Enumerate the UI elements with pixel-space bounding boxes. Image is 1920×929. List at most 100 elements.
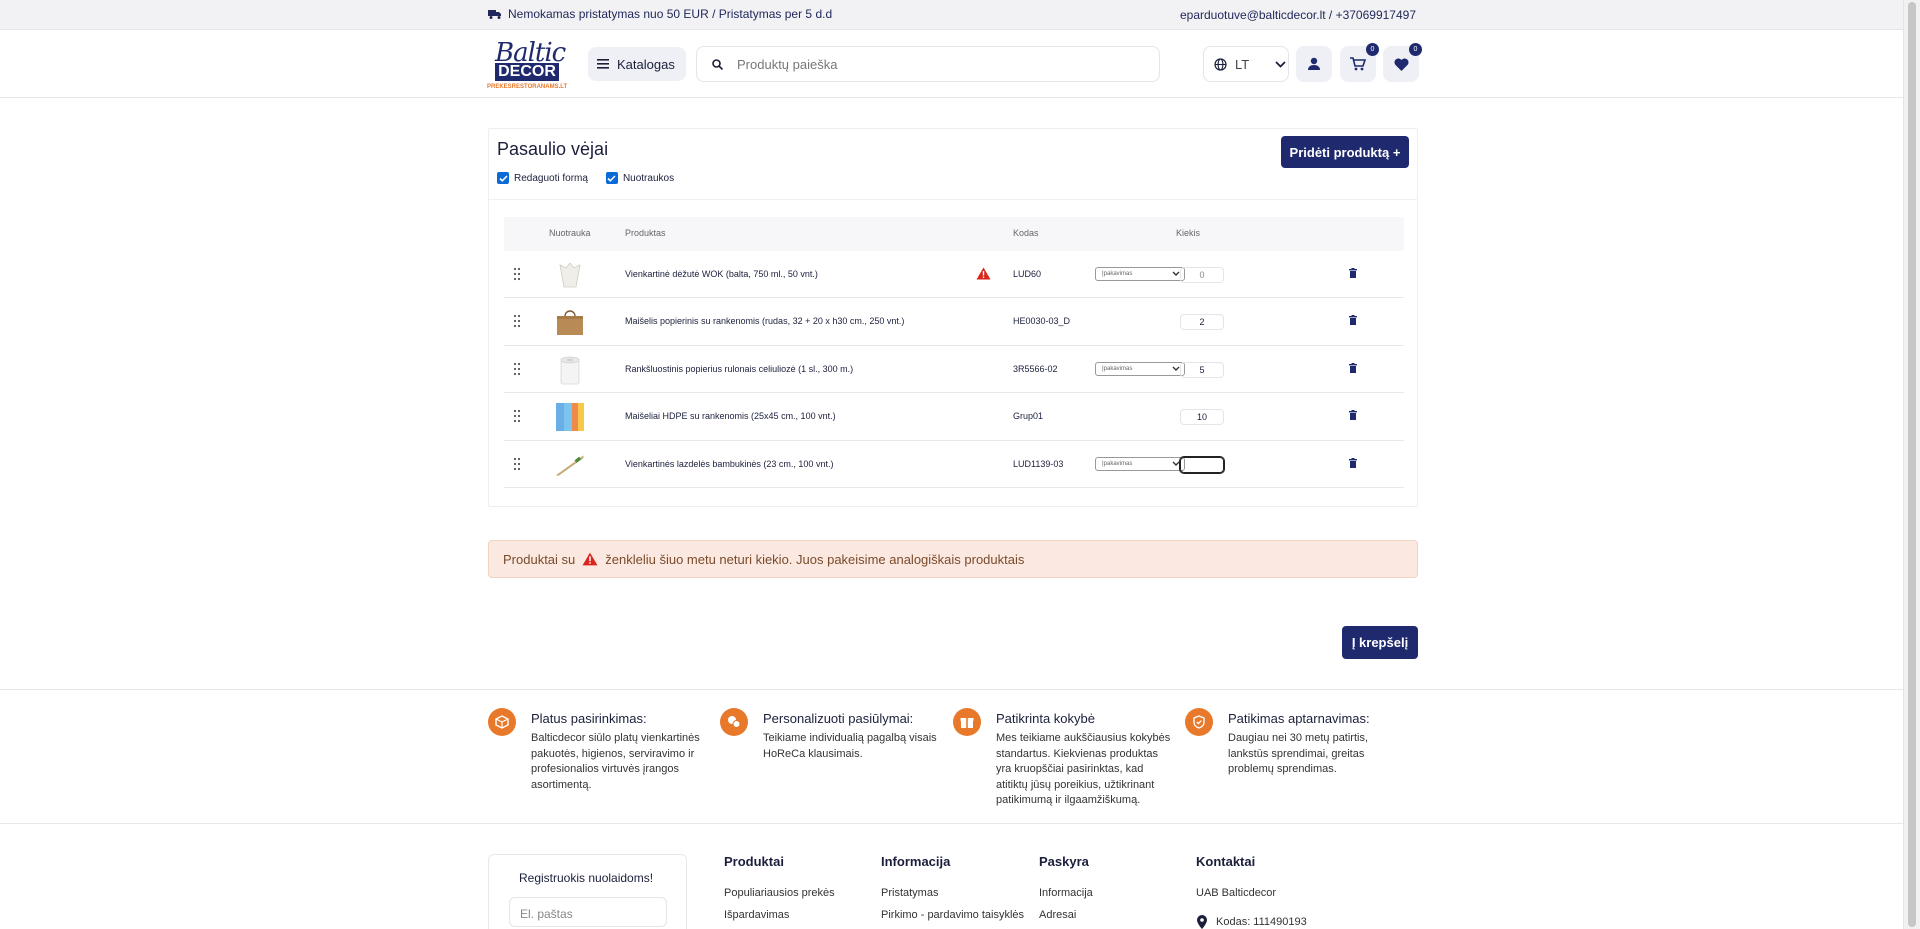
cart-button[interactable]: 0 <box>1340 43 1379 82</box>
search-input[interactable] <box>737 56 1117 72</box>
shipping-text: Nemokamas pristatymas nuo 50 EUR / Prist… <box>508 7 833 21</box>
paper-bag-image <box>557 310 583 336</box>
table-row: Vienkartinės lazdelės bambukinės (23 cm.… <box>504 441 1404 488</box>
company-name: UAB Balticdecor <box>1196 887 1277 899</box>
trash-icon[interactable] <box>1349 410 1357 421</box>
feature-title: Patikrinta kokybė <box>996 711 1095 726</box>
feature-text: Daugiau nei 30 metų patirtis, lankstūs s… <box>1228 732 1369 775</box>
trash-icon[interactable] <box>1349 362 1357 373</box>
footer-contacts-column: Kontaktai UAB Balticdecor Kodas: 1114901… <box>1196 854 1307 929</box>
chevron-down-icon <box>1172 461 1180 466</box>
list-title: Pasaulio vėjai <box>497 139 609 159</box>
wishlist-button[interactable]: 0 <box>1383 43 1422 82</box>
edit-form-checkbox[interactable]: Redaguoti formą <box>497 172 588 184</box>
wok-box-image <box>559 262 581 288</box>
chevron-down-icon <box>1172 366 1180 371</box>
trash-icon[interactable] <box>1349 315 1357 326</box>
account-button[interactable] <box>1296 46 1332 82</box>
footer-heading: Informacija <box>881 854 951 869</box>
newsletter-title: Registruokis nuolaidoms! <box>519 871 654 885</box>
footer-link[interactable]: Pristatymas <box>881 887 1024 899</box>
page-scrollbar[interactable] <box>1903 0 1920 929</box>
search-bar[interactable] <box>696 46 1160 82</box>
quantity-input[interactable] <box>1180 456 1224 473</box>
product-thumbnail[interactable] <box>555 450 585 480</box>
notice-text-after: ženkleliu šiuo metu neturi kiekio. Juos … <box>605 551 1025 567</box>
footer-heading: Paskyra <box>1039 854 1089 869</box>
cart-icon <box>1350 57 1366 71</box>
drag-handle-icon[interactable] <box>513 314 521 328</box>
footer-link[interactable]: Informacija <box>1039 887 1093 899</box>
packaging-select[interactable]: Įpakavimas <box>1095 361 1185 376</box>
company-code-row: Kodas: 111490193 <box>1196 915 1307 929</box>
to-cart-button[interactable]: Į krepšelį <box>1342 626 1418 659</box>
location-pin-icon <box>1197 915 1207 929</box>
quantity-input[interactable]: 5 <box>1180 361 1224 378</box>
shield-icon <box>1185 708 1213 736</box>
packaging-select[interactable]: Įpakavimas <box>1095 456 1185 471</box>
top-info-bar: Nemokamas pristatymas nuo 50 EUR / Prist… <box>0 0 1903 30</box>
col-product: Produktas <box>625 228 666 238</box>
checkbox-checked-icon[interactable] <box>605 172 618 184</box>
select-value: Įpakavimas <box>1102 365 1133 372</box>
product-thumbnail[interactable] <box>555 355 585 385</box>
trash-icon[interactable] <box>1349 457 1357 468</box>
cart-count-badge: 0 <box>1366 43 1379 56</box>
product-name[interactable]: Vienkartinės lazdelės bambukinės (23 cm.… <box>625 459 833 469</box>
out-of-stock-notice: Produktai su ženkleliu šiuo metu neturi … <box>488 540 1418 578</box>
catalog-button[interactable]: Katalogas <box>588 47 686 81</box>
footer-heading: Produktai <box>724 854 784 869</box>
newsletter-email-input[interactable]: El. paštas <box>509 897 667 927</box>
photos-label: Nuotraukos <box>622 172 675 184</box>
box-icon <box>488 708 516 736</box>
product-name[interactable]: Rankšluostinis popierius rulonais celiul… <box>625 364 853 374</box>
product-name[interactable]: Vienkartinė dėžutė WOK (balta, 750 ml., … <box>625 269 818 279</box>
product-code: LUD60 <box>1013 269 1042 279</box>
footer-link[interactable]: Pirkimo - pardavimo taisyklės <box>881 909 1024 921</box>
product-list-card: Pasaulio vėjai Redaguoti formą Nuotrauko… <box>488 128 1418 507</box>
drag-handle-icon[interactable] <box>513 457 521 471</box>
checkbox-checked-icon[interactable] <box>497 172 509 184</box>
logo-text-decor: DECOR <box>495 63 559 81</box>
language-selector[interactable]: LT <box>1203 46 1289 82</box>
truck-icon <box>488 10 501 19</box>
quantity-input[interactable]: 0 <box>1180 267 1224 283</box>
add-product-button[interactable]: Pridėti produktą + <box>1281 136 1409 168</box>
contact-info[interactable]: eparduotuve@balticdecor.lt / +3706991749… <box>1180 8 1416 22</box>
footer-link[interactable]: Populiariausios prekės <box>724 887 835 899</box>
quantity-input[interactable]: 10 <box>1180 409 1224 426</box>
user-icon <box>1308 57 1320 70</box>
language-value: LT <box>1235 56 1250 72</box>
footer-link[interactable]: Adresai <box>1039 909 1093 921</box>
drag-handle-icon[interactable] <box>513 409 521 423</box>
select-value: Įpakavimas <box>1102 271 1133 277</box>
hdpe-bags-image <box>556 401 584 432</box>
scrollbar-thumb[interactable] <box>1908 2 1916 927</box>
trash-icon[interactable] <box>1349 268 1357 278</box>
col-code: Kodas <box>1013 228 1039 238</box>
divider <box>489 199 1417 200</box>
quantity-input[interactable]: 2 <box>1180 314 1224 331</box>
chevron-down-icon <box>1275 60 1286 68</box>
newsletter-box: Registruokis nuolaidoms! El. paštas <box>488 854 687 929</box>
packaging-select[interactable]: Įpakavimas <box>1095 267 1185 281</box>
product-thumbnail[interactable] <box>555 260 585 290</box>
site-logo[interactable]: Baltic DECOR PREKESRESTORANAMS.LT <box>487 38 567 90</box>
drag-handle-icon[interactable] <box>513 362 521 376</box>
product-thumbnail[interactable] <box>555 307 585 337</box>
edit-form-label: Redaguoti formą <box>514 172 588 184</box>
product-thumbnail[interactable] <box>555 401 585 432</box>
notice-text-before: Produktai su <box>503 551 576 567</box>
company-code: Kodas: 111490193 <box>1216 916 1307 928</box>
product-name[interactable]: Maišeliai HDPE su rankenomis (25x45 cm.,… <box>625 411 836 421</box>
product-name[interactable]: Maišelis popierinis su rankenomis (rudas… <box>625 316 904 326</box>
product-code: LUD1139-03 <box>1013 458 1064 469</box>
footer-products-column: Produktai Populiariausios prekės Išparda… <box>724 854 835 929</box>
list-options: Redaguoti formą Nuotraukos <box>497 172 674 184</box>
photos-checkbox[interactable]: Nuotraukos <box>605 172 675 184</box>
drag-handle-icon[interactable] <box>513 267 521 281</box>
shipping-info: Nemokamas pristatymas nuo 50 EUR / Prist… <box>488 7 832 21</box>
footer-link[interactable]: Išpardavimas <box>724 909 835 921</box>
col-photo: Nuotrauka <box>549 228 591 238</box>
footer-account-column: Paskyra Informacija Adresai <box>1039 854 1093 929</box>
